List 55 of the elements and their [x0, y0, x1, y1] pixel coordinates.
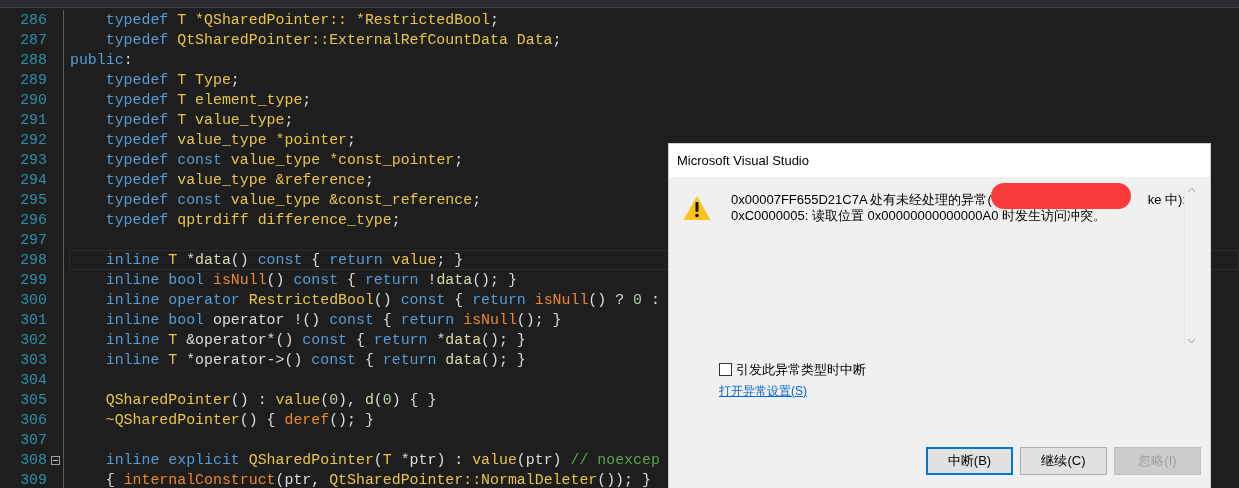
line-number: 296 [19, 211, 47, 230]
collapse-icon[interactable] [50, 455, 60, 465]
code-line: typedef const value_type *const_pointer; [104, 151, 464, 170]
code-line: typedef T *QSharedPointer:: *RestrictedBool; [104, 11, 499, 30]
line-number: 288 [19, 51, 47, 70]
code-line: inline bool operator !() const { return isNull(); } [104, 311, 562, 330]
line-number: 305 [19, 391, 47, 410]
line-number: 297 [19, 231, 47, 250]
line-number: 291 [19, 111, 47, 130]
code-line: inline T *data() const { return value; } [104, 251, 464, 270]
line-number: 295 [19, 191, 47, 210]
line-number: 287 [19, 31, 47, 50]
settings-link[interactable]: 打开异常设置(S) [719, 382, 807, 400]
code-line: { internalConstruct(ptr, QtSharedPointer::NormalDeleter()); } [104, 471, 651, 488]
error-message: 0x00007FF655D21C7A 处有未经处理的异常( [731, 192, 992, 208]
checkbox-label: 引发此异常类型时中断 [736, 361, 866, 379]
line-number: 299 [19, 271, 47, 290]
code-line: typedef QtSharedPointer::ExternalRefCountData Data; [104, 31, 562, 50]
line-number: 290 [19, 91, 47, 110]
code-line: inline bool isNull() const { return !data(); } [104, 271, 517, 290]
line-number: 309 [19, 471, 47, 488]
dialog-button[interactable]: 继续(C) [1020, 447, 1107, 475]
error-message: 0xC0000005: 读取位置 0x00000000000000A0 时发生访问冲突。 [731, 208, 1108, 224]
line-number: 293 [19, 151, 47, 170]
line-number: 307 [19, 431, 47, 450]
code-line: typedef value_type *pointer; [104, 131, 356, 150]
line-number: 308 [19, 451, 47, 470]
code-line: inline T &operator*() const { return *data(); } [104, 331, 526, 350]
dialog-button[interactable]: 中断(B) [926, 447, 1013, 475]
line-number: 292 [19, 131, 47, 150]
line-number: 298 [19, 251, 47, 270]
code-line: typedef value_type &reference; [104, 171, 374, 190]
line-number: 303 [19, 351, 47, 370]
line-number: 306 [19, 411, 47, 430]
code-line: inline operator RestrictedBool() const { return isNull() ? 0 : [104, 291, 660, 310]
code-line: ~QSharedPointer() { deref(); } [104, 411, 374, 430]
dialog-title: Microsoft Visual Studio [677, 151, 809, 170]
code-line: public: [69, 51, 133, 70]
code-line: typedef qptrdiff difference_type; [104, 211, 401, 230]
code-line: typedef T Type; [104, 71, 240, 90]
line-number: 286 [19, 11, 47, 30]
line-number: 304 [19, 371, 47, 390]
code-line: typedef const value_type &const_reference; [104, 191, 482, 210]
line-number: 289 [19, 71, 47, 90]
code-line: QSharedPointer() : value(0), d(0) { } [104, 391, 437, 410]
warning-icon [683, 195, 711, 221]
line-number: 302 [19, 331, 47, 350]
code-line: inline explicit QSharedPointer(T *ptr) : value(ptr) // noexcep [104, 451, 660, 470]
code-line: typedef T value_type; [104, 111, 294, 130]
checkbox[interactable] [719, 363, 732, 377]
code-line: typedef T element_type; [104, 91, 312, 110]
line-number: 294 [19, 171, 47, 190]
code-line: inline T *operator->() const { return data(); } [104, 351, 526, 370]
line-number: 300 [19, 291, 47, 310]
line-number: 301 [19, 311, 47, 330]
